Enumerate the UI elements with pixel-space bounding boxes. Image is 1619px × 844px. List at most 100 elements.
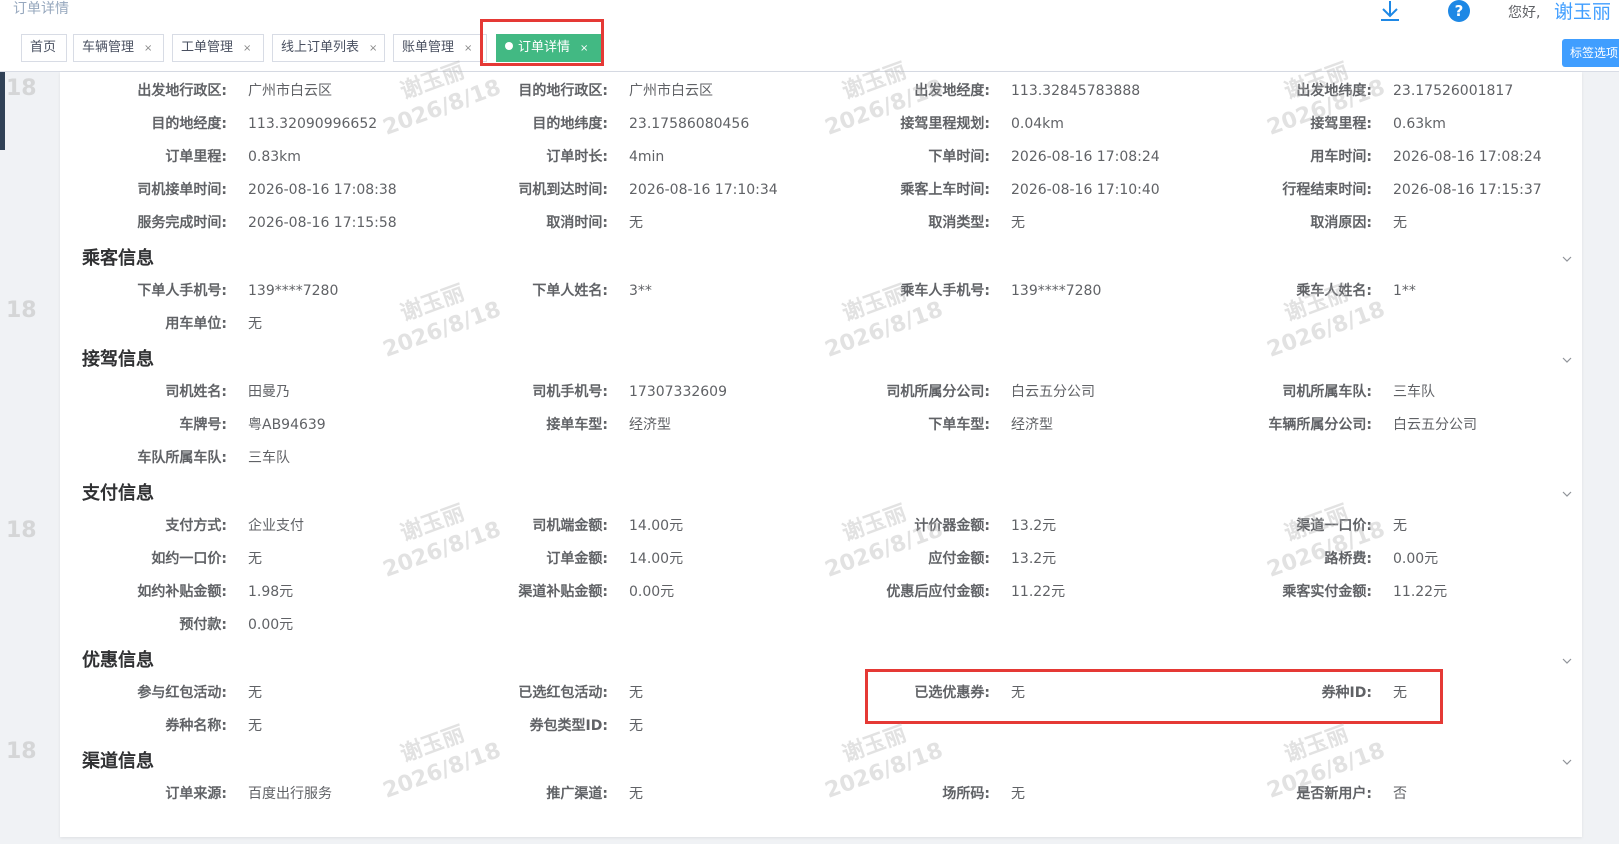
tab-3[interactable]: 线上订单列表 × [272,34,385,62]
tab-4[interactable]: 账单管理 × [393,34,487,62]
field-value: 无 [1393,685,1407,701]
field-label: 接驾里程: [1310,116,1372,132]
field-label: 服务完成时间: [137,215,227,231]
field-value: 1.98元 [248,584,294,600]
field-value: 14.00元 [629,551,684,567]
download-icon[interactable] [1378,0,1402,22]
field-label: 司机端金额: [532,518,608,534]
section-title-3: 支付信息 [82,483,154,504]
section-title-4: 优惠信息 [82,650,154,671]
tab-2[interactable]: 工单管理 × [172,34,264,62]
tab-close-icon[interactable]: × [464,43,472,54]
field-value: 无 [248,551,262,567]
field-label: 接驾里程规划: [900,116,990,132]
field-label: 取消时间: [546,215,608,231]
field-label: 如约一口价: [151,551,227,567]
field-label: 乘客上车时间: [900,182,990,198]
field-value: 白云五分公司 [1393,417,1477,433]
chevron-down-icon[interactable] [1562,656,1572,666]
field-value: 无 [1011,215,1025,231]
field-value: 0.00元 [629,584,675,600]
tab-close-icon[interactable]: × [580,43,588,54]
field-value: 无 [1393,518,1407,534]
tab-label: 首页 [30,40,57,55]
username[interactable]: 谢玉丽 [1554,0,1611,24]
field-label: 订单金额: [546,551,608,567]
tab-0[interactable]: 首页 [21,34,67,62]
field-label: 推广渠道: [546,786,608,802]
field-label: 司机手机号: [532,384,608,400]
tab-label: 工单管理 [181,40,234,55]
field-label: 出发地经度: [914,83,990,99]
field-label: 下单人姓名: [532,283,608,299]
field-label: 乘车人姓名: [1296,283,1372,299]
section-title-5: 渠道信息 [82,751,154,772]
field-label: 车牌号: [179,417,227,433]
field-value: 无 [1393,215,1407,231]
field-value: 113.32845783888 [1011,83,1141,99]
field-label: 用车时间: [1310,149,1372,165]
field-value: 11.22元 [1011,584,1066,600]
top-navbar: 订单详情 ? 您好, 谢玉丽 [0,0,1619,34]
field-value: 经济型 [629,417,671,433]
field-value: 3** [629,283,652,299]
field-value: 三车队 [1393,384,1435,400]
field-value: 0.83km [248,149,301,165]
field-value: 113.32090996652 [248,116,378,132]
field-label: 车辆所属分公司: [1268,417,1372,433]
field-value: 17307332609 [629,384,727,400]
field-label: 参与红包活动: [137,685,227,701]
greeting-text: 您好, [1508,5,1541,21]
field-label: 下单时间: [928,149,990,165]
field-value: 广州市白云区 [248,83,332,99]
tab-label: 账单管理 [402,40,455,55]
field-value: 2026-08-16 17:10:34 [629,182,778,198]
chevron-down-icon[interactable] [1562,254,1572,264]
field-value: 无 [248,685,262,701]
field-label: 订单里程: [165,149,227,165]
field-value: 2026-08-16 17:08:38 [248,182,397,198]
field-value: 经济型 [1011,417,1053,433]
chevron-down-icon[interactable] [1562,489,1572,499]
field-value: 企业支付 [248,518,304,534]
field-label: 场所码: [942,786,990,802]
tab-1[interactable]: 车辆管理 × [73,34,164,62]
help-icon[interactable]: ? [1448,0,1470,22]
tag-options-button[interactable]: 标签选项 [1562,39,1619,67]
field-value: 无 [1011,685,1025,701]
tab-label: 订单详情 [518,40,571,55]
field-value: 0.00元 [248,617,294,633]
field-value: 139****7280 [248,283,339,299]
field-value: 无 [248,316,262,332]
tab-label: 线上订单列表 [281,40,360,55]
tab-label: 车辆管理 [82,40,135,55]
field-value: 无 [629,685,643,701]
field-label: 应付金额: [928,551,990,567]
field-label: 目的地纬度: [532,116,608,132]
page-title: 订单详情 [13,1,69,17]
chevron-down-icon[interactable] [1562,355,1572,365]
field-label: 计价器金额: [914,518,990,534]
field-label: 下单车型: [928,417,990,433]
tab-close-icon[interactable]: × [243,43,251,54]
chevron-down-icon[interactable] [1562,757,1572,767]
field-label: 接单车型: [546,417,608,433]
field-label: 司机姓名: [165,384,227,400]
tab-5[interactable]: 订单详情 × [496,34,603,62]
tab-close-icon[interactable]: × [369,43,377,54]
field-value: 2026-08-16 17:08:24 [1011,149,1160,165]
field-label: 预付款: [179,617,227,633]
field-label: 优惠后应付金额: [886,584,990,600]
tab-close-icon[interactable]: × [144,43,152,54]
field-label: 出发地纬度: [1296,83,1372,99]
field-value: 2026-08-16 17:10:40 [1011,182,1160,198]
field-label: 司机到达时间: [518,182,608,198]
field-value: 0.04km [1011,116,1064,132]
field-value: 广州市白云区 [629,83,713,99]
field-label: 司机所属分公司: [886,384,990,400]
field-label: 取消原因: [1310,215,1372,231]
field-label: 乘车人手机号: [900,283,990,299]
field-label: 下单人手机号: [137,283,227,299]
field-label: 司机所属车队: [1282,384,1372,400]
field-label: 已选优惠券: [914,685,990,701]
